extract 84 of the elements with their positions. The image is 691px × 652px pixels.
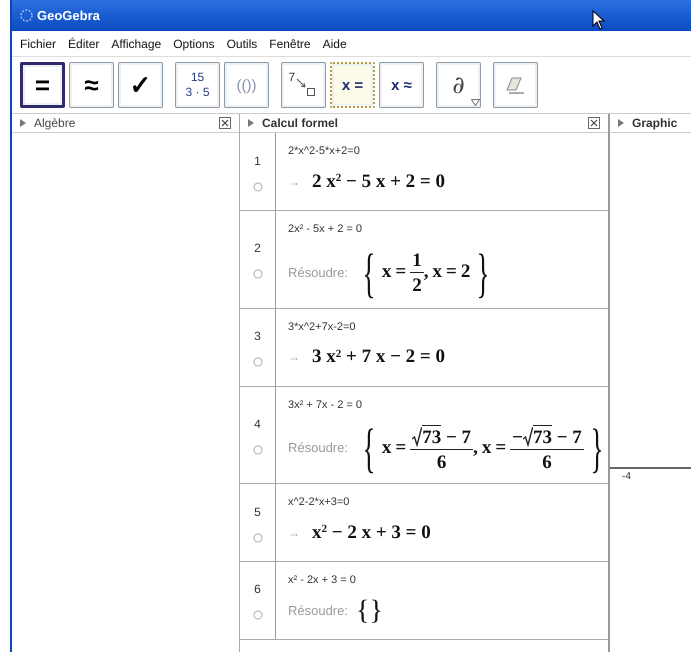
arrow-text: → <box>288 349 300 366</box>
expand-triangle-icon[interactable] <box>20 119 26 127</box>
output-expression: x$^{2}$ − 2 x + 3 = 0 <box>312 520 431 544</box>
numerator-text: − <box>512 428 523 446</box>
square-root-icon <box>412 426 422 446</box>
window-title: GeoGebra <box>37 6 100 25</box>
menu-item[interactable]: Options <box>173 34 215 52</box>
open-brace: { <box>356 596 370 624</box>
denominator: 6 <box>436 450 446 472</box>
input-field[interactable]: x^2-2*x+3=0 <box>288 494 596 510</box>
tool-button[interactable]: ∂ <box>436 62 481 108</box>
arrow-text: → <box>288 524 300 542</box>
denominator: 2 <box>412 274 422 294</box>
variable: x <box>432 260 442 284</box>
visibility-radio-icon[interactable] <box>252 532 262 542</box>
equals-sign: = <box>446 260 457 284</box>
input-field[interactable]: 3x² + 7x - 2 = 0 <box>288 396 610 413</box>
expand-triangle-icon[interactable] <box>618 119 624 127</box>
panel-title: Graphic <box>632 115 678 132</box>
open-brace: { <box>362 421 376 475</box>
output-expression: 3 x$^{2}$ + 7 x − 2 = 0 <box>312 345 445 369</box>
tool-button[interactable]: ≈ <box>69 62 114 108</box>
comma: , <box>424 260 428 284</box>
input-field[interactable]: 2*x^2-5*x+2=0 <box>288 143 596 160</box>
menu-item[interactable]: Affichage <box>111 34 162 52</box>
arrow-square-icon <box>294 77 316 97</box>
visibility-radio-icon[interactable] <box>252 182 262 192</box>
tool-button[interactable]: x = <box>330 62 375 108</box>
comma: , <box>473 436 478 460</box>
app-logo-icon <box>20 9 33 22</box>
tool-button[interactable]: ✓ <box>118 62 163 108</box>
input-field[interactable]: 3*x^2+7x-2=0 <box>288 318 596 335</box>
numerator-text: − 7 <box>444 428 472 446</box>
panel-title: Calcul formel <box>262 115 340 132</box>
variable: x <box>382 436 392 460</box>
solution-value: 2 <box>460 260 470 284</box>
solve-label: Résoudre: <box>288 602 348 620</box>
tool-button[interactable]: x ≈ <box>379 62 424 108</box>
solve-label: Résoudre: <box>288 264 348 282</box>
tool-button[interactable] <box>493 62 538 108</box>
visibility-radio-icon[interactable] <box>252 444 262 455</box>
equals-sign: = <box>495 436 506 460</box>
numerator-text: 1 <box>412 250 422 270</box>
denominator: 6 <box>542 450 552 472</box>
square-root-icon <box>522 426 533 446</box>
menu-item[interactable]: Outils <box>226 34 258 52</box>
close-brace: } <box>369 596 383 624</box>
menu-item[interactable]: Fenêtre <box>269 34 311 52</box>
tool-button[interactable]: 15 3 · 5 <box>175 62 220 108</box>
numerator-text: − 7 <box>556 428 582 446</box>
input-field[interactable]: x² - 2x + 3 = 0 <box>288 572 596 588</box>
expand-triangle-icon[interactable] <box>248 119 254 127</box>
solve-label: Résoudre: <box>288 439 348 458</box>
variable: x <box>382 260 392 284</box>
row-number: 3 <box>254 328 261 345</box>
tool-button[interactable]: = <box>20 62 65 108</box>
row-number: 6 <box>254 581 261 598</box>
visibility-radio-icon[interactable] <box>252 610 262 620</box>
row-number: 1 <box>254 152 261 170</box>
close-icon[interactable] <box>219 117 231 129</box>
row-number: 4 <box>254 416 261 433</box>
visibility-radio-icon[interactable] <box>252 357 262 367</box>
row-number: 5 <box>254 504 261 520</box>
radicand: 73 <box>532 424 552 446</box>
equals-sign: = <box>395 436 406 460</box>
axis-tick-label: -4 <box>622 470 631 484</box>
close-icon[interactable] <box>588 117 600 129</box>
visibility-radio-icon[interactable] <box>252 269 262 280</box>
close-brace: } <box>476 246 490 300</box>
output-expression: 2 x$^{2}$ − 5 x + 2 = 0 <box>312 170 445 194</box>
panel-title: Algèbre <box>34 115 76 132</box>
menu-item[interactable]: Fichier <box>20 34 56 52</box>
radicand: 73 <box>422 424 442 446</box>
variable: x <box>482 436 492 460</box>
arrow-text: → <box>288 174 300 191</box>
close-brace: } <box>590 421 604 475</box>
menu-item[interactable]: Éditer <box>68 34 100 52</box>
menu-item[interactable]: Aide <box>322 34 347 52</box>
input-field[interactable]: 2x² - 5x + 2 = 0 <box>288 221 596 238</box>
dropdown-caret-icon <box>470 99 480 106</box>
equals-sign: = <box>395 260 406 284</box>
open-brace: { <box>362 246 376 300</box>
tool-button[interactable]: 7 <box>281 62 326 108</box>
row-number: 2 <box>254 240 261 258</box>
